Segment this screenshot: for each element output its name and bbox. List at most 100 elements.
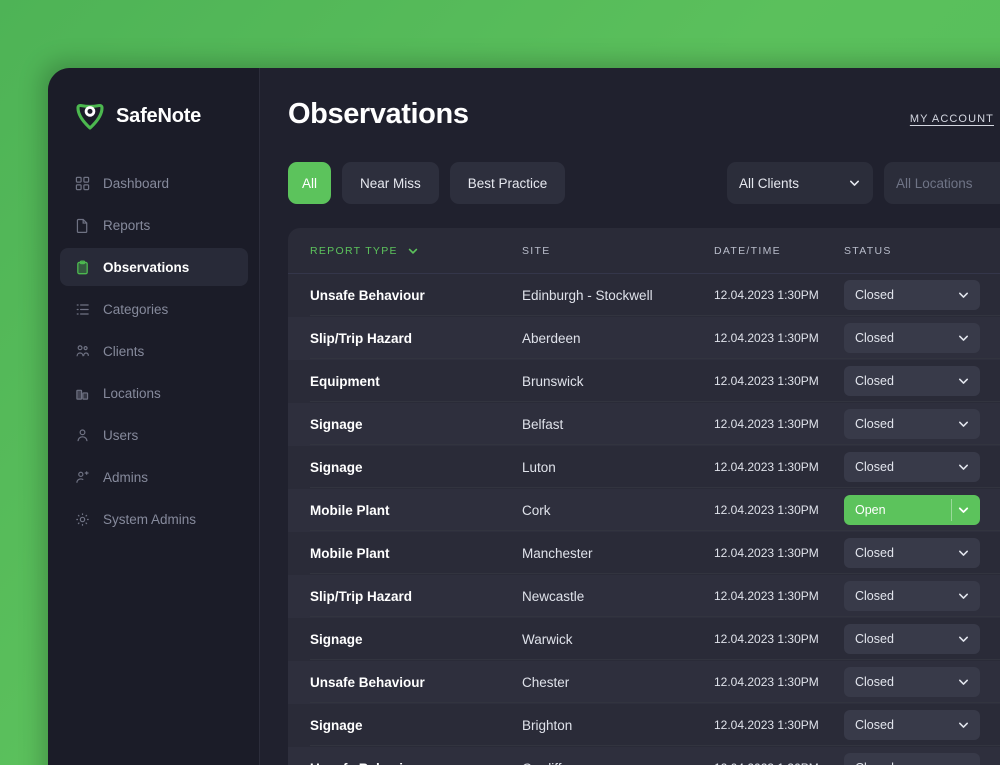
- status-select[interactable]: Closed: [844, 452, 980, 482]
- tab-all[interactable]: All: [288, 162, 332, 204]
- status-select[interactable]: Closed: [844, 323, 980, 353]
- status-select[interactable]: Closed: [844, 667, 980, 697]
- gear-icon: [74, 511, 90, 527]
- chevron-down-icon: [957, 633, 970, 646]
- user-gear-icon: [74, 469, 90, 485]
- column-header-date-time[interactable]: DATE/TIME: [714, 245, 844, 257]
- chevron-down-icon: [957, 547, 970, 560]
- table-row[interactable]: Unsafe BehaviourCardiff12.04.2023 1:30PM…: [288, 747, 1000, 765]
- cell-report-type: Slip/Trip Hazard: [310, 330, 413, 346]
- table-row[interactable]: Mobile Plant Cork 12.04.2023 1:30PM Open: [288, 489, 1000, 532]
- locations-select-value: All Locations: [896, 175, 973, 191]
- sidebar-item-system-admins[interactable]: System Admins: [60, 500, 248, 538]
- tab-best-practice[interactable]: Best Practice: [449, 162, 566, 204]
- cell-site: Edinburgh - Stockwell: [522, 287, 653, 303]
- cell-site: Luton: [522, 459, 556, 475]
- sidebar-item-locations[interactable]: Locations: [60, 374, 248, 412]
- status-select[interactable]: Closed: [844, 538, 980, 568]
- cell-site: Manchester: [522, 545, 593, 561]
- cell-report-type: Signage: [310, 416, 363, 432]
- status-value: Closed: [855, 288, 894, 302]
- cell-status: Closed: [844, 624, 1000, 654]
- cell-report-type: Unsafe Behaviour: [310, 287, 425, 303]
- cell-date-time: 12.04.2023 1:30PM: [714, 632, 819, 646]
- column-header-site[interactable]: SITE: [522, 245, 714, 257]
- users-icon: [74, 343, 90, 359]
- sidebar-item-users[interactable]: Users: [60, 416, 248, 454]
- status-select[interactable]: Closed: [844, 624, 980, 654]
- cell-status: Closed: [844, 366, 1000, 396]
- sidebar-item-clients[interactable]: Clients: [60, 332, 248, 370]
- cell-report-type: Unsafe Behaviour: [310, 674, 425, 690]
- buildings-icon: [74, 385, 90, 401]
- cell-report-type: Unsafe Behaviour: [310, 761, 522, 765]
- chevron-down-icon: [407, 245, 419, 257]
- table-row[interactable]: Unsafe Behaviour Edinburgh - Stockwell 12.…: [288, 274, 1000, 317]
- cell-date-time: 12.04.2023 1:30PM: [714, 331, 819, 345]
- status-select[interactable]: Closed: [844, 366, 980, 396]
- brand[interactable]: SafeNote: [48, 94, 260, 138]
- table-header-row: REPORT TYPE SITE DATE/TIME STATUS: [288, 228, 1000, 274]
- filter-bar: All Near Miss Best Practice All Clients …: [288, 162, 1000, 204]
- table-row[interactable]: Equipment Brunswick 12.04.2023 1:30PM Close…: [288, 360, 1000, 403]
- cell-site: Cardiff: [522, 761, 714, 765]
- cell-date-time: 12.04.2023 1:30PM: [714, 417, 819, 431]
- sidebar-item-dashboard[interactable]: Dashboard: [60, 164, 248, 202]
- cell-report-type: Mobile Plant: [310, 502, 390, 518]
- clients-select[interactable]: All Clients: [727, 162, 873, 204]
- cell-site: Brunswick: [522, 373, 584, 389]
- my-account-button[interactable]: MY ACCOUNT: [910, 106, 1000, 132]
- cell-date-time: 12.04.2023 1:30PM: [714, 503, 819, 517]
- table-row[interactable]: Signage Belfast 12.04.2023 1:30PM Closed: [288, 403, 1000, 446]
- clients-select-value: All Clients: [739, 175, 800, 191]
- status-value: Closed: [855, 761, 894, 765]
- status-select[interactable]: Closed: [844, 581, 980, 611]
- column-header-report-type[interactable]: REPORT TYPE: [310, 245, 522, 257]
- table-row[interactable]: Slip/Trip Hazard Newcastle 12.04.2023 1:30…: [288, 575, 1000, 618]
- status-select[interactable]: Closed: [844, 280, 980, 310]
- page-title: Observations: [288, 98, 469, 130]
- chevron-down-icon: [848, 177, 861, 190]
- chevron-down-icon: [957, 676, 970, 689]
- status-select[interactable]: Closed: [844, 710, 980, 740]
- cell-site: Aberdeen: [522, 330, 581, 346]
- table-row[interactable]: Signage Luton 12.04.2023 1:30PM Closed: [288, 446, 1000, 489]
- status-select[interactable]: Closed: [844, 753, 980, 765]
- cell-report-type: Mobile Plant: [310, 545, 390, 561]
- main-content: Observations MY ACCOUNT All Near Miss Be…: [260, 68, 1000, 765]
- status-value: Closed: [855, 546, 894, 560]
- status-select[interactable]: Open: [844, 495, 980, 525]
- sidebar-item-observations[interactable]: Observations: [60, 248, 248, 286]
- table-row[interactable]: Slip/Trip Hazard Aberdeen 12.04.2023 1:30P…: [288, 317, 1000, 360]
- table-row[interactable]: Unsafe Behaviour Chester 12.04.2023 1:30PM…: [288, 661, 1000, 704]
- sidebar: SafeNote Dashboard Reports Observations …: [48, 68, 260, 765]
- status-value: Closed: [855, 460, 894, 474]
- table-row[interactable]: Signage Brighton 12.04.2023 1:30PM Closed: [288, 704, 1000, 747]
- cell-status: Closed: [844, 667, 1000, 697]
- table-body: Unsafe Behaviour Edinburgh - Stockwell 12.…: [288, 274, 1000, 765]
- table-row[interactable]: Mobile Plant Manchester 12.04.2023 1:30PM C…: [288, 532, 1000, 575]
- status-value: Open: [855, 503, 886, 517]
- cell-site: Brighton: [522, 717, 573, 733]
- tab-near-miss[interactable]: Near Miss: [342, 162, 439, 204]
- status-select[interactable]: Closed: [844, 409, 980, 439]
- sidebar-item-categories[interactable]: Categories: [60, 290, 248, 328]
- column-header-label: REPORT TYPE: [310, 244, 398, 257]
- safenote-eye-logo-icon: [74, 100, 106, 132]
- cell-status: Closed: [844, 538, 1000, 568]
- cell-date-time: 12.04.2023 1:30PM: [714, 460, 819, 474]
- chevron-down-icon: [957, 762, 970, 765]
- chevron-down-icon: [957, 719, 970, 732]
- sidebar-item-reports[interactable]: Reports: [60, 206, 248, 244]
- observations-table: REPORT TYPE SITE DATE/TIME STATUS Unsafe…: [288, 228, 1000, 765]
- cell-date-time: 12.04.2023 1:30PM: [714, 589, 819, 603]
- locations-select[interactable]: All Locations: [884, 162, 1000, 204]
- status-value: Closed: [855, 374, 894, 388]
- cell-status: Open: [844, 495, 1000, 525]
- chevron-down-icon: [957, 590, 970, 603]
- sidebar-item-label: Users: [103, 427, 139, 443]
- table-row[interactable]: Signage Warwick 12.04.2023 1:30PM Closed: [288, 618, 1000, 661]
- cell-status: Closed: [844, 581, 1000, 611]
- sidebar-item-admins[interactable]: Admins: [60, 458, 248, 496]
- column-header-status[interactable]: STATUS: [844, 245, 1000, 257]
